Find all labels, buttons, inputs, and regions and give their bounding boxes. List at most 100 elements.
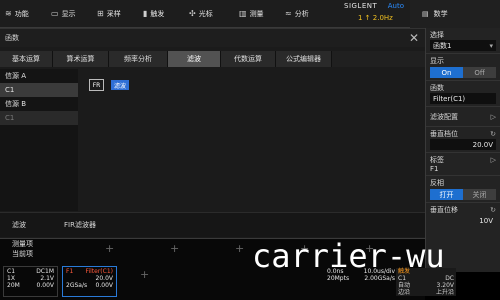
f1-rate: 2GSa/s — [66, 282, 88, 289]
function-tabs: 基本运算 算术运算 频率分析 滤波 代数运算 公式编辑器 — [0, 51, 425, 67]
filter-type-label: FIR滤波器 — [64, 221, 96, 229]
invert-toggle[interactable]: 打开 关闭 — [430, 189, 496, 200]
invert-on[interactable]: 打开 — [430, 189, 463, 200]
ch1-name: C1 — [7, 268, 16, 275]
function-icon: ≋ — [5, 9, 12, 18]
chevron-down-icon: ▾ — [489, 41, 493, 50]
display-on[interactable]: On — [430, 67, 463, 78]
source-a-label: 信源 A — [5, 72, 27, 80]
trace-section: 选择 函数1 ▾ — [426, 28, 500, 54]
math-title: 数学 — [433, 10, 448, 18]
channel-1-box[interactable]: C1 DC1M 1X 2.1V 20M 0.00V — [3, 266, 58, 297]
filter-config-label: 滤波配置 — [430, 112, 458, 121]
ch1-offset: 0.00V — [36, 282, 54, 289]
f1-scale: 20.0V — [95, 275, 113, 282]
trace-select[interactable]: 函数1 ▾ — [430, 40, 496, 51]
trigger-type: 边沿 — [398, 289, 411, 296]
dialog-title: 函数 — [0, 29, 425, 47]
filter-content: FR 滤波 — [80, 69, 425, 211]
menu-label: 显示 — [61, 9, 76, 18]
f1-function: Filter(C1) — [85, 268, 113, 275]
measure-icon: ▥ — [239, 9, 247, 18]
add-measure-icon[interactable]: + — [235, 242, 244, 255]
close-icon[interactable]: ✕ — [409, 31, 419, 45]
trigger-source: C1 — [398, 275, 407, 282]
trigger-coupling: DC — [445, 275, 454, 282]
trace-label: 选择 — [430, 30, 444, 39]
function-1-box[interactable]: F1 Filter(C1) 20.0V 2GSa/s 0.00V — [62, 266, 117, 297]
f1-offset: 0.00V — [95, 282, 113, 289]
chevron-right-icon: ▷ — [490, 155, 496, 164]
menu-trigger[interactable]: ▮ 触发 — [138, 0, 184, 28]
function-dialog: 函数 ✕ 基本运算 算术运算 频率分析 滤波 代数运算 公式编辑器 信源 A C… — [0, 28, 425, 238]
tab-formula-editor[interactable]: 公式编辑器 — [276, 51, 332, 67]
rotate-knob-icon: ↻ — [490, 129, 496, 138]
add-measure-icon[interactable]: + — [170, 242, 179, 255]
menu-cursor[interactable]: ✣ 光标 — [184, 0, 234, 28]
brand-status: SIGLENT Auto 1 ↑ 2.0Hz — [344, 2, 404, 26]
source-b-value[interactable]: C1 — [0, 111, 78, 125]
label-label: 标签 — [430, 155, 444, 164]
label-section[interactable]: 标签 ▷ F1 — [426, 153, 500, 176]
analysis-icon: ≈ — [285, 9, 292, 18]
ch1-probe: 1X — [7, 275, 15, 282]
function-label: 函数 — [430, 83, 444, 92]
add-measure-icon[interactable]: + — [105, 242, 114, 255]
source-list: 信源 A C1 信源 B C1 — [0, 69, 78, 211]
source-b-label: 信源 B — [5, 100, 27, 108]
filter-op-button[interactable]: FR — [89, 79, 104, 91]
tab-frequency[interactable]: 频率分析 — [109, 51, 168, 67]
menu-label: 光标 — [198, 9, 213, 18]
function-section: 函数 Filter(C1) — [426, 81, 500, 107]
display-section: 显示 On Off — [426, 54, 500, 81]
display-label: 显示 — [430, 56, 444, 65]
menu-acquire[interactable]: ⊞ 采样 — [92, 0, 138, 28]
watermark-text: carrier-wu — [252, 237, 445, 275]
chevron-right-icon: ▷ — [490, 112, 496, 121]
vertical-pos-value: 10V — [479, 216, 493, 225]
vertical-pos-section: 垂直位移 ↻ 10V — [426, 203, 500, 228]
brand-logo: SIGLENT — [344, 2, 378, 10]
trigger-slope: 上升沿 — [435, 289, 454, 296]
invert-off[interactable]: 关闭 — [463, 189, 496, 200]
vertical-scale-field[interactable]: 20.0V — [430, 139, 496, 150]
vertical-pos-field[interactable]: 10V — [430, 215, 496, 226]
trigger-mode: 自动 — [398, 282, 411, 289]
display-toggle[interactable]: On Off — [430, 67, 496, 78]
tab-algebra[interactable]: 代数运算 — [221, 51, 276, 67]
trigger-rate: 1 ↑ 2.0Hz — [358, 14, 393, 22]
rotate-knob-icon: ↻ — [490, 205, 496, 214]
menu-measure[interactable]: ▥ 测量 — [234, 0, 280, 28]
menu-function[interactable]: ≋ 功能 — [0, 0, 46, 28]
filter-chip[interactable]: 滤波 — [111, 80, 130, 90]
menu-label: 功能 — [14, 9, 29, 18]
filter-label: 滤波 — [12, 221, 26, 229]
cursor-icon: ✣ — [189, 9, 196, 18]
display-icon: ▭ — [51, 9, 59, 18]
source-a-value[interactable]: C1 — [0, 83, 78, 97]
function-field[interactable]: Filter(C1) — [430, 93, 496, 104]
menu-label: 触发 — [150, 9, 165, 18]
tab-filter[interactable]: 滤波 — [168, 51, 221, 67]
sample-rate: 2.00GSa/s — [364, 275, 395, 282]
menu-analysis[interactable]: ≈ 分析 — [280, 0, 336, 28]
menu-display[interactable]: ▭ 显示 — [46, 0, 92, 28]
ch1-scale: 2.1V — [40, 275, 54, 282]
tab-arithmetic[interactable]: 算术运算 — [53, 51, 109, 67]
math-menu-header[interactable]: ▤ 数学 — [410, 0, 500, 28]
tab-basic[interactable]: 基本运算 — [0, 51, 53, 67]
filter-config-row[interactable]: 滤波配置 ▷ — [426, 107, 500, 127]
invert-section: 反相 打开 关闭 — [426, 176, 500, 203]
memory-depth: 20Mpts — [327, 275, 350, 282]
vertical-scale-label: 垂直档位 — [430, 129, 458, 138]
ch1-bandwidth: 20M — [7, 282, 20, 289]
invert-label: 反相 — [430, 178, 444, 187]
trigger-icon: ▮ — [143, 9, 148, 18]
acquire-icon: ⊞ — [97, 9, 104, 18]
add-channel-icon[interactable]: + — [140, 268, 149, 281]
f1-name: F1 — [66, 268, 74, 275]
acquire-mode: Auto — [387, 2, 404, 10]
function-value: Filter(C1) — [433, 94, 466, 103]
display-off[interactable]: Off — [463, 67, 496, 78]
math-settings-panel: 选择 函数1 ▾ 显示 On Off 函数 Filter(C1) 滤波配置 ▷ 垂直… — [425, 28, 500, 272]
